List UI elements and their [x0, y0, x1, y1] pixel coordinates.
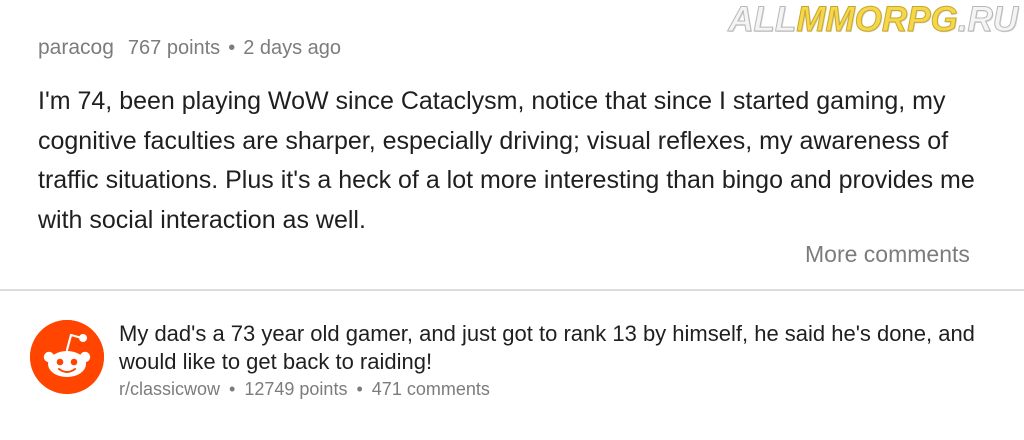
- meta-separator: •: [356, 379, 363, 399]
- post-title[interactable]: My dad's a 73 year old gamer, and just g…: [119, 320, 1019, 376]
- comment-age: 2 days ago: [243, 37, 342, 59]
- watermark-middle: MMORPG: [796, 0, 958, 40]
- post-comments-count[interactable]: 471 comments: [372, 379, 490, 399]
- post-text: My dad's a 73 year old gamer, and just g…: [119, 320, 1019, 400]
- comment-body: I'm 74, been playing WoW since Cataclysm…: [38, 87, 975, 234]
- more-comments-link[interactable]: More comments: [805, 241, 970, 268]
- comment-meta: paracog 767 points • 2 days ago: [38, 36, 998, 60]
- reddit-snoo-graphic: [30, 320, 104, 394]
- comment-author[interactable]: paracog: [38, 36, 114, 60]
- meta-separator: •: [228, 37, 236, 59]
- watermark-right: .RU: [957, 0, 1018, 40]
- site-watermark: ALLMMORPG.RU: [728, 0, 1019, 40]
- meta-separator: •: [229, 379, 236, 399]
- screenshot-page: ALLMMORPG.RU paracog 767 points • 2 days…: [0, 0, 1024, 440]
- comment: paracog 767 points • 2 days ago I'm 74, …: [38, 36, 998, 240]
- comment-points: 767 points: [127, 37, 221, 59]
- reddit-snoo-icon: [30, 320, 104, 394]
- watermark-left: ALL: [728, 0, 797, 40]
- post-subreddit[interactable]: r/classicwow: [119, 379, 220, 399]
- post-meta: r/classicwow • 12749 points • 471 commen…: [119, 379, 1019, 400]
- post-points: 12749 points: [244, 379, 348, 399]
- section-divider: [0, 289, 1024, 291]
